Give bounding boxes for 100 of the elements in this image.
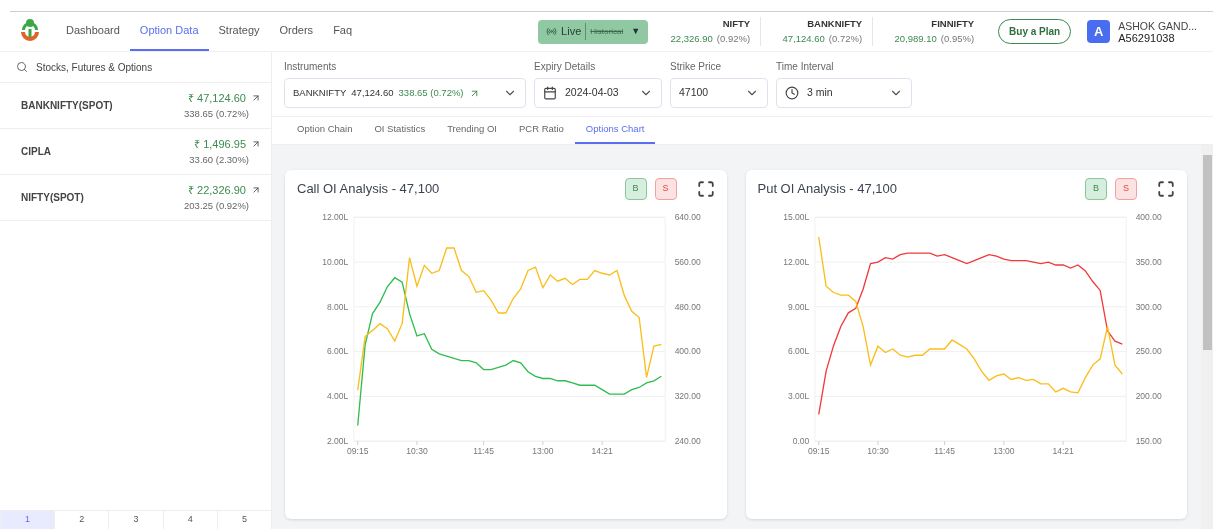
fullscreen-icon[interactable] — [696, 180, 715, 198]
instrument-change: 338.65 (0.72%) — [184, 106, 249, 121]
instrument-change: 338.65 (0.72%) — [398, 85, 464, 100]
sell-button[interactable]: S — [654, 178, 677, 200]
y-axis-label: 250.00 — [1135, 346, 1162, 357]
y-axis-label: 240.00 — [674, 436, 701, 447]
y-axis-label: 400.00 — [1135, 212, 1162, 223]
up-arrow-icon — [251, 93, 261, 104]
ticker-price: 47,124.60 — [782, 31, 825, 46]
user-name: ASHOK GAND... — [1118, 19, 1197, 32]
nav-tab[interactable]: Option Data — [129, 12, 209, 51]
y-axis-label: 400.00 — [674, 346, 701, 357]
content-tab[interactable]: Option Chain — [286, 117, 364, 144]
instrument-name: BANKNIFTY(SPOT) — [21, 99, 113, 113]
content-tab[interactable]: OI Statistics — [363, 117, 437, 144]
instrument-price: ₹ 1,496.95 — [194, 137, 246, 153]
field-label: Instruments — [284, 60, 338, 74]
y-axis-label: 350.00 — [1135, 256, 1162, 267]
instrument-price: ₹ 22,326.90 — [188, 183, 246, 199]
chart-title: Put OI Analysis - 47,100 — [757, 180, 897, 199]
y-axis-label: 15.00L — [782, 212, 809, 223]
y-axis-label: 3.00L — [787, 391, 809, 402]
instrument-symbol: BANKNIFTY — [293, 85, 347, 100]
y-axis-label: 200.00 — [1135, 391, 1162, 402]
nav-tab[interactable]: Faq — [323, 12, 363, 51]
instrument-list-item[interactable]: CIPLA ₹ 1,496.95 33.60 (2.30%) — [0, 129, 271, 175]
instrument-list-item[interactable]: NIFTY(SPOT) ₹ 22,326.90 203.25 (0.92%) — [0, 175, 271, 221]
instrument-change: 203.25 (0.92%) — [184, 198, 249, 213]
up-arrow-icon — [251, 185, 261, 196]
mode-option[interactable]: Live — [561, 23, 587, 40]
select-field[interactable]: 47100 — [670, 78, 768, 108]
search-icon — [16, 61, 28, 73]
nav-tab[interactable]: Dashboard — [56, 12, 130, 51]
content-tab[interactable]: PCR Ratio — [507, 117, 575, 144]
instrument-change: 33.60 (2.30%) — [189, 152, 249, 167]
field-label: Strike Price — [670, 60, 723, 74]
scrollbar[interactable] — [1201, 145, 1213, 529]
y-axis-label: 8.00L — [326, 301, 349, 312]
page-button[interactable]: 4 — [162, 510, 217, 529]
select-value: 3 min — [807, 85, 833, 101]
y-axis-label: 320.00 — [674, 391, 701, 402]
select-field[interactable]: 3 min — [776, 78, 912, 108]
mode-toggle[interactable]: Live Historical ▼ — [538, 19, 649, 44]
ticker-change: (0.92%) — [716, 31, 751, 46]
select-field[interactable]: 2024-04-03 — [534, 78, 662, 108]
select-field[interactable]: BANKNIFTY 47,124.60 338.65 (0.72%) — [284, 78, 526, 108]
nav-tab[interactable]: Orders — [269, 12, 324, 51]
select-value: 47100 — [679, 85, 709, 101]
page-button[interactable]: 5 — [216, 510, 271, 529]
y-axis-label: 2.00L — [326, 436, 349, 447]
select-value: 2024-04-03 — [565, 85, 619, 101]
field-label: Time Interval — [776, 60, 835, 74]
y-axis-label: 6.00L — [326, 346, 349, 357]
y-axis-label: 560.00 — [674, 256, 701, 267]
instrument-name: CIPLA — [21, 145, 51, 159]
calendar-icon — [543, 86, 557, 100]
buy-button[interactable]: B — [624, 178, 647, 200]
ticker-name: BANKNIFTY — [807, 17, 863, 32]
x-axis-label: 11:45 — [473, 446, 494, 457]
y-axis-label: 150.00 — [1135, 436, 1162, 447]
broadcast-icon — [546, 26, 558, 37]
instrument-name: NIFTY(SPOT) — [21, 191, 84, 205]
ticker-change: (0.72%) — [828, 31, 863, 46]
up-arrow-icon — [251, 139, 261, 150]
instrument-list-item[interactable]: BANKNIFTY(SPOT) ₹ 47,124.60 338.65 (0.72%) — [0, 83, 271, 129]
x-axis-label: 10:30 — [406, 446, 428, 457]
ticker-change: (0.95%) — [940, 31, 975, 46]
buy-button[interactable]: B — [1085, 178, 1107, 200]
x-axis-label: 09:15 — [347, 446, 369, 457]
page-button[interactable]: 2 — [54, 510, 109, 529]
fullscreen-icon[interactable] — [1157, 180, 1175, 198]
y-axis-label: 640.00 — [674, 212, 701, 223]
y-axis-label: 480.00 — [674, 301, 701, 312]
caret-icon[interactable]: ▼ — [631, 24, 641, 39]
ticker-price: 20,989.10 — [894, 31, 937, 46]
y-axis-label: 9.00L — [787, 301, 809, 312]
page-button[interactable]: 1 — [0, 510, 55, 529]
x-axis-label: 13:00 — [532, 446, 554, 457]
mode-option[interactable]: Historical — [590, 25, 624, 38]
content-tab[interactable]: Trending OI — [436, 117, 508, 144]
y-axis-label: 12.00L — [322, 212, 349, 223]
y-axis-label: 300.00 — [1135, 301, 1162, 312]
x-axis-label: 14:21 — [591, 446, 613, 457]
y-axis-label: 6.00L — [787, 346, 809, 357]
clock-icon — [785, 86, 799, 100]
user-id: A56291038 — [1118, 31, 1176, 44]
instrument-price: ₹ 47,124.60 — [188, 91, 246, 107]
x-axis-label: 13:00 — [992, 446, 1015, 457]
y-axis-label: 0.00 — [792, 436, 809, 447]
ticker-price: 22,326.90 — [670, 31, 713, 46]
y-axis-label: 12.00L — [782, 256, 809, 267]
nav-tab[interactable]: Strategy — [208, 12, 270, 51]
search-field[interactable]: Stocks, Futures & Options — [36, 59, 255, 75]
sell-button[interactable]: S — [1115, 178, 1137, 200]
instrument-price: 47,124.60 — [351, 85, 394, 100]
x-axis-label: 10:30 — [866, 446, 889, 457]
x-axis-label: 09:15 — [807, 446, 829, 457]
x-axis-label: 14:21 — [1051, 446, 1074, 457]
user-avatar[interactable]: A — [1087, 20, 1111, 43]
page-button[interactable]: 3 — [108, 510, 163, 529]
